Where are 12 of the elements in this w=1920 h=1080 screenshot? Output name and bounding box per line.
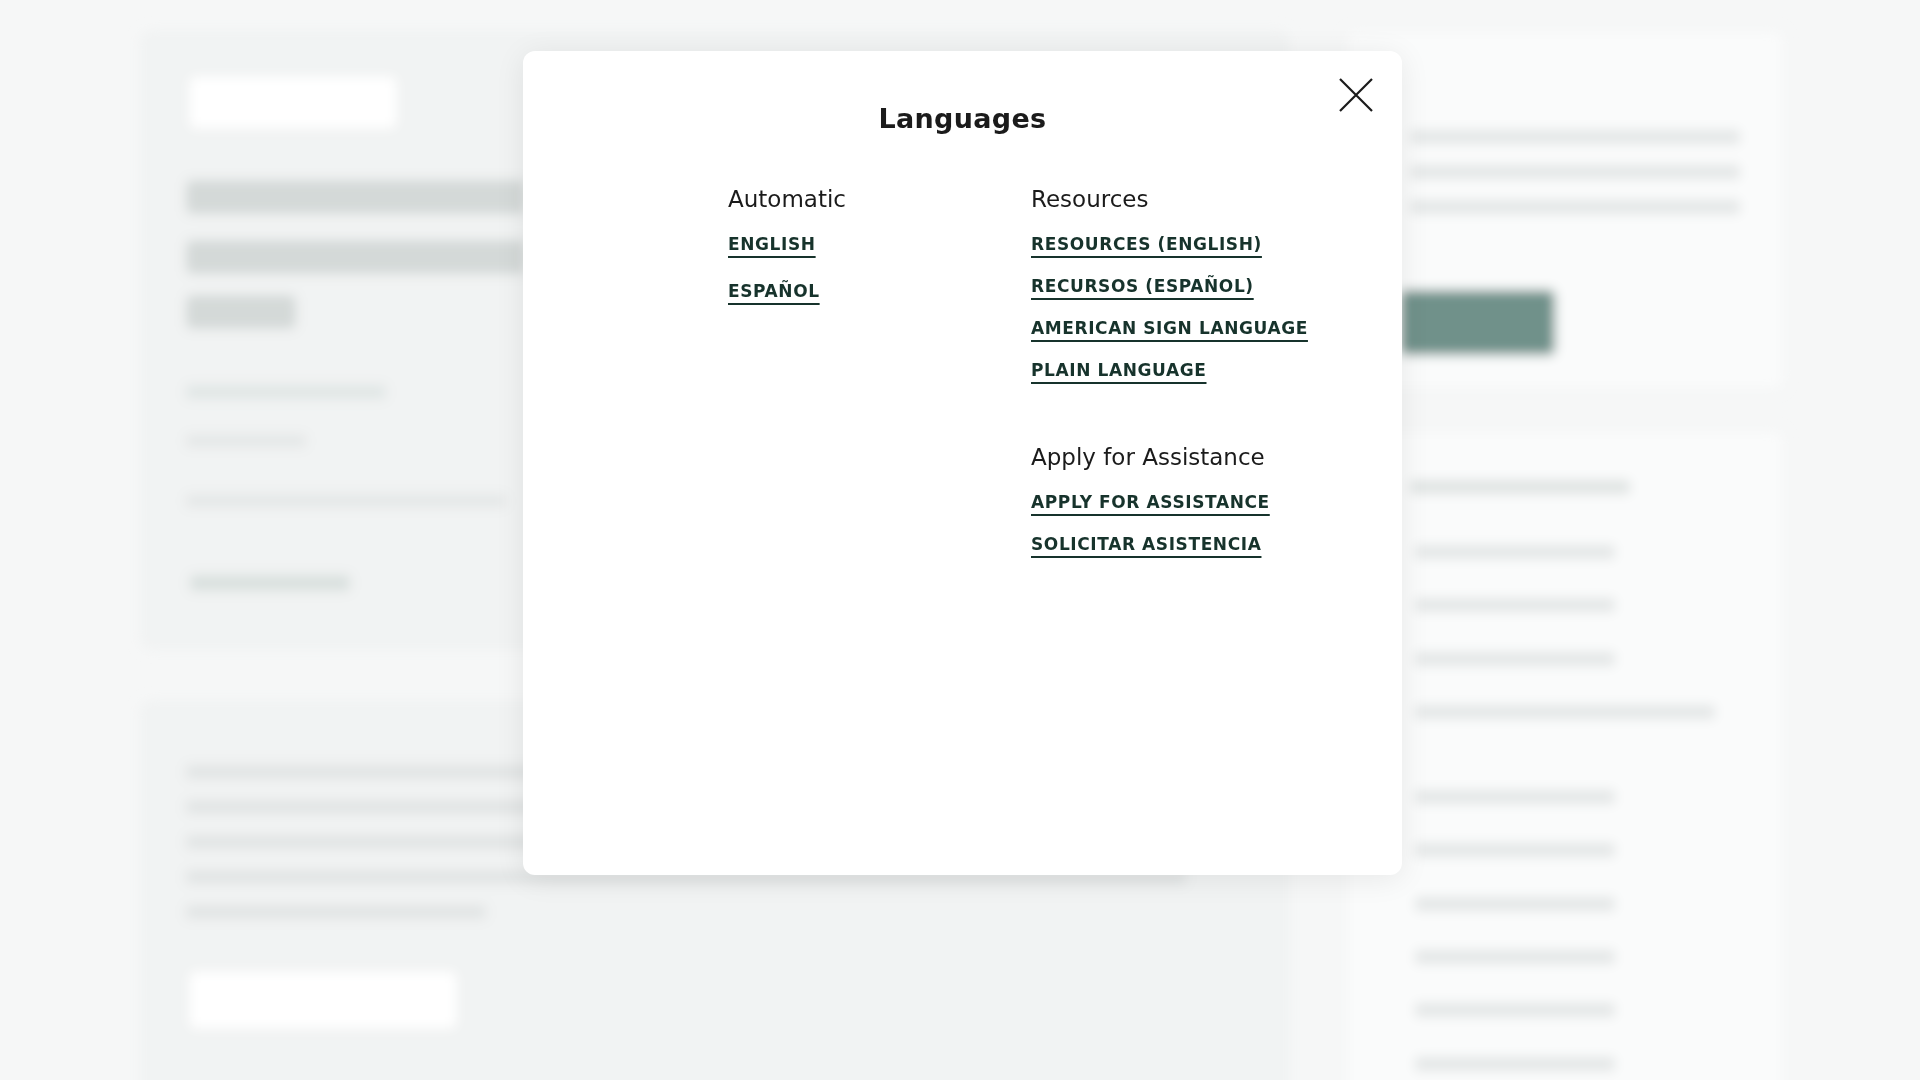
- language-link[interactable]: APPLY FOR ASSISTANCE: [1031, 492, 1270, 512]
- section-heading: Automatic: [728, 186, 846, 212]
- language-link[interactable]: RECURSOS (ESPAÑOL): [1031, 276, 1254, 296]
- dialog-title: Languages: [878, 103, 1047, 134]
- language-link[interactable]: SOLICITAR ASISTENCIA: [1031, 534, 1262, 554]
- language-link[interactable]: ESPAÑOL: [728, 281, 820, 301]
- section-heading: Apply for Assistance: [1031, 444, 1265, 470]
- section-heading: Resources: [1031, 186, 1149, 212]
- language-link[interactable]: AMERICAN SIGN LANGUAGE: [1031, 318, 1308, 338]
- language-link[interactable]: PLAIN LANGUAGE: [1031, 360, 1207, 380]
- language-link[interactable]: RESOURCES (ENGLISH): [1031, 234, 1262, 254]
- language-link[interactable]: ENGLISH: [728, 234, 816, 254]
